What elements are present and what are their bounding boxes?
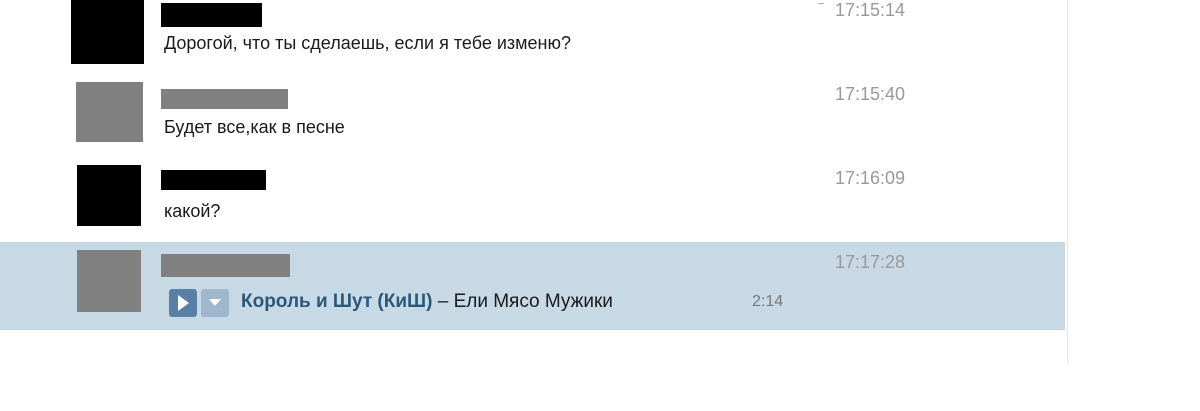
message-time[interactable]: 17:17:28 [835, 252, 905, 273]
audio-title: Ели Мясо Мужики [453, 291, 613, 312]
read-status-mark [818, 3, 824, 8]
avatar[interactable] [77, 165, 141, 226]
message-history: Дорогой, что ты сделаешь, если я тебе из… [0, 0, 1065, 330]
audio-duration: 2:14 [752, 293, 784, 310]
avatar[interactable] [76, 82, 143, 142]
message-text: какой? [164, 201, 221, 221]
message-text: Будет все,как в песне [164, 117, 345, 137]
message-time[interactable]: 17:15:14 [835, 0, 905, 21]
message-item: Дорогой, что ты сделаешь, если я тебе из… [0, 0, 1065, 75]
author-name-redacted[interactable] [161, 3, 262, 27]
add-dropdown-icon [209, 299, 221, 306]
play-button[interactable] [169, 289, 197, 317]
message-item: какой? 17:16:09 [0, 159, 1065, 243]
message-text: Дорогой, что ты сделаешь, если я тебе из… [164, 33, 571, 53]
author-name-redacted[interactable] [161, 170, 266, 190]
add-audio-button[interactable] [201, 289, 229, 317]
audio-artist-link[interactable]: Король и Шут (КиШ) [241, 291, 432, 312]
avatar[interactable] [77, 250, 141, 312]
message-item-highlighted: 17:17:28 Король и Шут (КиШ) – Ели Мясо М… [0, 242, 1065, 330]
message-time[interactable]: 17:16:09 [835, 168, 905, 189]
audio-track-info: Король и Шут (КиШ) – Ели Мясо Мужики [241, 291, 613, 313]
panel-divider [1067, 0, 1068, 364]
author-name-redacted[interactable] [161, 89, 288, 109]
avatar[interactable] [71, 0, 144, 64]
audio-attachment: Король и Шут (КиШ) – Ели Мясо Мужики 2:1… [169, 289, 809, 317]
message-item: Будет все,как в песне 17:15:40 [0, 75, 1065, 159]
author-name-redacted[interactable] [161, 254, 290, 277]
message-time[interactable]: 17:15:40 [835, 84, 905, 105]
play-icon [178, 295, 189, 311]
audio-separator: – [432, 291, 454, 312]
